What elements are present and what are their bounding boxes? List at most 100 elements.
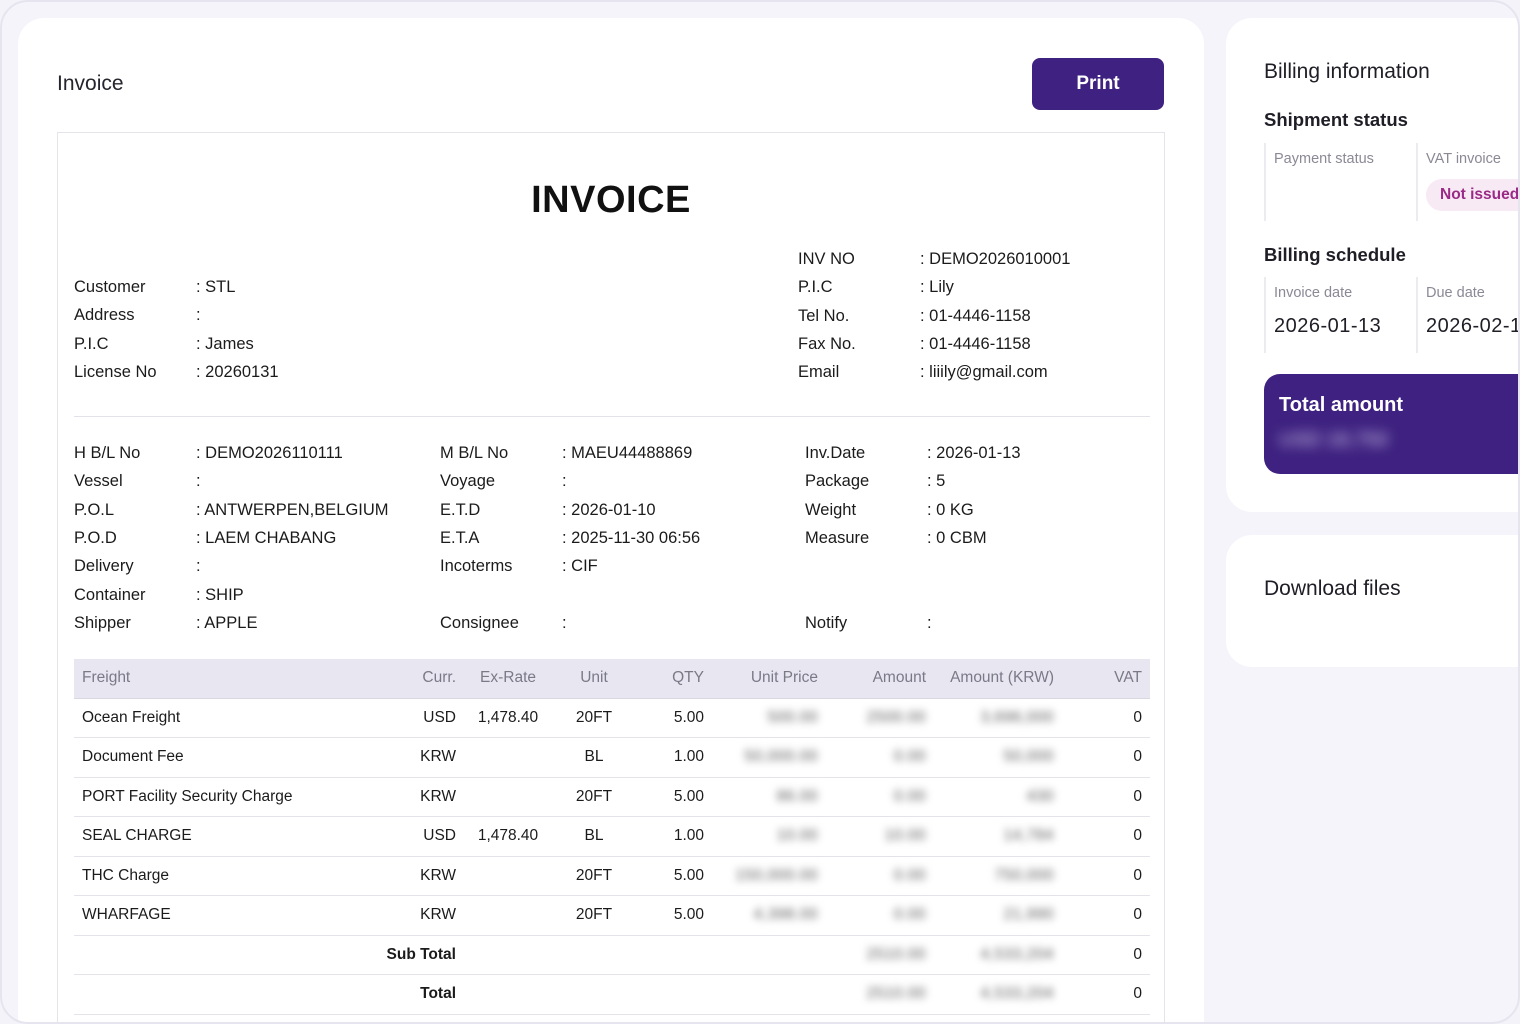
info-label: INV NO xyxy=(798,250,855,268)
column-header: Unit Price xyxy=(712,659,826,699)
cell-unit: 20FT xyxy=(552,777,636,817)
info-label: Address xyxy=(74,306,135,325)
cell-amount: 0.00 xyxy=(826,895,934,936)
cell-vat: 0 xyxy=(1062,895,1150,936)
shipment-status-title: Shipment status xyxy=(1264,109,1408,130)
info-label: Shipper xyxy=(74,613,131,632)
masked-value: 10.00 xyxy=(776,827,818,845)
info-value: : Lily xyxy=(920,278,954,297)
masked-value: 2510.00 xyxy=(866,985,926,1003)
column-header: Curr. xyxy=(392,659,464,699)
masked-value: 4,398.00 xyxy=(753,906,818,924)
print-button[interactable]: Print xyxy=(1032,58,1164,110)
cell-unit-price: 10.00 xyxy=(712,816,826,857)
table-body: Ocean Freight USD 1,478.40 20FT 5.00 500.00 25… xyxy=(74,698,1150,1015)
cell-unit: BL xyxy=(552,816,636,857)
cell-rate: 1,478.40 xyxy=(464,698,552,738)
info-label: Incoterms xyxy=(440,557,513,576)
cell-freight: SEAL CHARGE xyxy=(74,816,392,857)
masked-value: 4,533,204 xyxy=(980,945,1054,963)
masked-value: 4,533,204 xyxy=(980,985,1054,1003)
info-value: : 01-4446-1158 xyxy=(920,306,1031,325)
info-value: : 01-4446-1158 xyxy=(920,334,1031,353)
cell-unit-price: 150,000.00 xyxy=(712,856,826,896)
masked-value: 430 xyxy=(1026,787,1054,805)
info-value: : DEMO2026110111 xyxy=(196,444,343,462)
info-label: Container xyxy=(74,585,146,604)
table-row: THC Charge KRW 20FT 5.00 150,000.00 0.00 750,0… xyxy=(74,856,1150,896)
subtotal-label: Sub Total xyxy=(74,935,464,975)
subtotal-row: Sub Total 2510.00 4,533,204 0 xyxy=(74,935,1150,975)
total-amount-label: Total amount xyxy=(1279,394,1404,416)
info-value: : xyxy=(927,613,932,632)
info-label: M B/L No xyxy=(440,444,509,462)
info-value: : xyxy=(196,557,201,576)
masked-value: 3,696,000 xyxy=(980,708,1054,726)
cell-qty: 5.00 xyxy=(636,777,712,817)
cell-amount: 0.00 xyxy=(826,737,934,778)
billing-card: Billing information Shipment status Paym… xyxy=(1226,18,1518,512)
info-value: : DEMO2026010001 xyxy=(920,250,1071,268)
info-value: : 2026-01-10 xyxy=(562,500,656,519)
cell-freight: THC Charge xyxy=(74,856,392,896)
masked-value: 2500.00 xyxy=(866,708,926,726)
cell-freight: PORT Facility Security Charge xyxy=(74,777,392,817)
masked-value: 14,784 xyxy=(1003,827,1054,845)
masked-value: 0.00 xyxy=(893,866,926,884)
masked-value: 750,000 xyxy=(994,866,1054,884)
total-amount-value: USD 18,750 xyxy=(1279,429,1388,451)
info-label: Notify xyxy=(805,613,848,632)
info-value: : APPLE xyxy=(196,613,258,632)
cell-freight: Ocean Freight xyxy=(74,698,392,738)
cell-vat: 0 xyxy=(1062,856,1150,896)
info-value: : 5 xyxy=(927,472,946,491)
cell-qty: 5.00 xyxy=(636,698,712,738)
billing-title: Billing information xyxy=(1264,60,1430,83)
info-value: : SHIP xyxy=(196,585,244,604)
subtotal-amount: 2510.00 xyxy=(826,935,934,975)
download-files-card[interactable]: Download files xyxy=(1226,535,1518,667)
info-value: : xyxy=(196,306,201,325)
info-value: : 2025-11-30 06:56 xyxy=(562,528,701,547)
column-header: QTY xyxy=(636,659,712,699)
info-value: : STL xyxy=(196,278,236,296)
cell-vat: 0 xyxy=(1062,737,1150,778)
info-value: : CIF xyxy=(562,557,598,576)
column-header: Amount xyxy=(826,659,934,699)
total-amount: 2510.00 xyxy=(826,974,934,1015)
info-label: Email xyxy=(798,363,840,382)
cell-unit-price: 500.00 xyxy=(712,698,826,738)
due-date-value: 2026-02-13 xyxy=(1426,315,1518,337)
masked-value: 0.00 xyxy=(893,906,926,924)
subtotal-vat: 0 xyxy=(1062,935,1150,975)
masked-value: 86.00 xyxy=(776,787,818,805)
cell-qty: 1.00 xyxy=(636,737,712,778)
table-row: Ocean Freight USD 1,478.40 20FT 5.00 500.00 25… xyxy=(74,698,1150,738)
total-vat: 0 xyxy=(1062,974,1150,1015)
info-label: P.I.C xyxy=(798,278,833,297)
info-label: License No xyxy=(74,362,157,381)
info-label: Measure xyxy=(805,528,870,547)
masked-value: 500.00 xyxy=(767,708,818,726)
download-files-title: Download files xyxy=(1264,577,1401,600)
cell-amount-krw: 430 xyxy=(934,777,1062,817)
info-label: P.O.D xyxy=(74,528,117,547)
cell-amount: 0.00 xyxy=(826,856,934,896)
cell-amount-krw: 50,000 xyxy=(934,737,1062,778)
info-value: : LAEM CHABANG xyxy=(196,528,337,547)
info-value: : xyxy=(196,472,201,491)
empty-cell xyxy=(464,935,826,975)
table-row: Document Fee KRW BL 1.00 50,000.00 0.00 50,000… xyxy=(74,737,1150,778)
cell-amount-krw: 21,990 xyxy=(934,895,1062,936)
invoice-document: INVOICE Customer: STL Address: P.I.C: Jame… xyxy=(57,132,1165,1022)
info-label: Tel No. xyxy=(798,306,850,325)
payment-status-cell: Payment status xyxy=(1264,143,1414,221)
cell-curr: KRW xyxy=(392,777,464,817)
info-label: Weight xyxy=(805,500,857,519)
masked-value: 150,000.00 xyxy=(735,866,818,884)
masked-value: 0.00 xyxy=(893,787,926,805)
cell-rate xyxy=(464,777,552,817)
due-date-label: Due date xyxy=(1426,285,1485,301)
cell-vat: 0 xyxy=(1062,698,1150,738)
cell-rate xyxy=(464,895,552,936)
